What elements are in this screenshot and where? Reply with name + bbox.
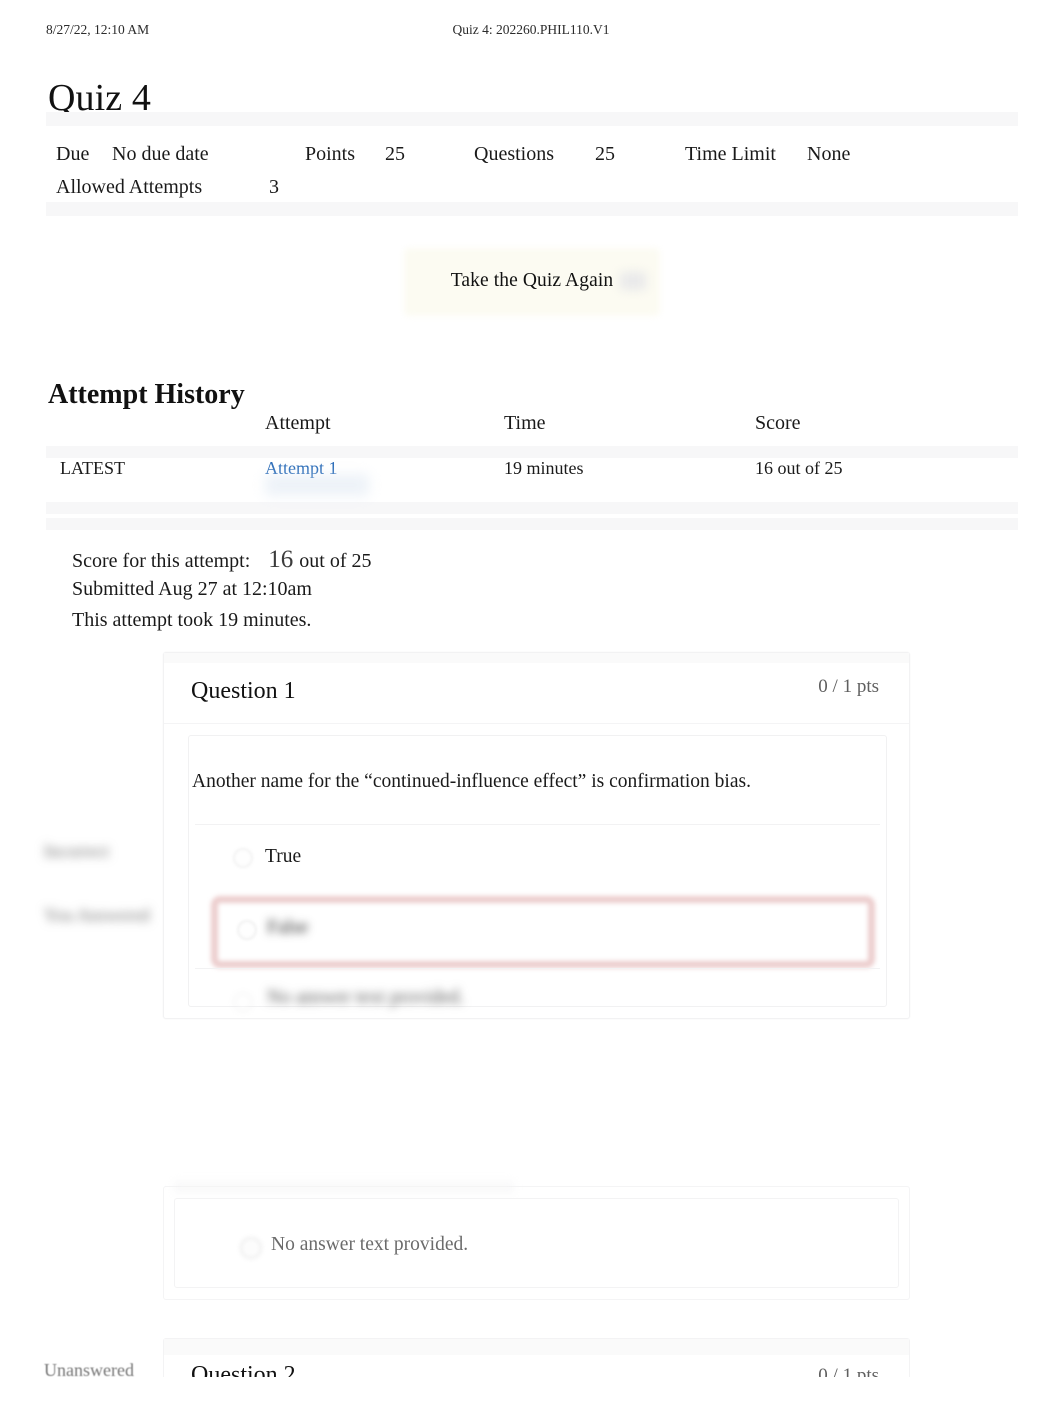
answer-label: False <box>267 917 309 938</box>
print-header: 8/27/22, 12:10 AM Quiz 4: 202260.PHIL110… <box>0 22 1062 40</box>
allowed-attempts-value: 3 <box>269 176 279 198</box>
question-1-answers: True False No answer text provided. <box>189 824 886 1034</box>
answer-divider <box>195 968 880 969</box>
attempt-history-heading: Attempt History <box>48 379 245 411</box>
attempt-duration-line: This attempt took 19 minutes. <box>72 609 312 631</box>
table-band-3 <box>46 518 1018 530</box>
score-out-of: out of 25 <box>299 550 372 572</box>
column-header-time: Time <box>504 412 546 434</box>
question-1-header: Question 1 0 / 1 pts <box>164 653 909 724</box>
no-answer-text: No answer text provided. <box>271 1234 469 1255</box>
question-header-shade <box>164 653 909 663</box>
score-for-attempt-line: Score for this attempt: 16 out of 25 <box>72 546 772 578</box>
radio-icon <box>237 920 257 940</box>
due-value: No due date <box>112 143 209 165</box>
question-1-text: Another name for the “continued-influenc… <box>192 771 751 792</box>
summary-band-top-stripe <box>46 112 1018 126</box>
no-answer-card: No answer text provided. <box>163 1181 910 1300</box>
column-header-attempt: Attempt <box>265 412 331 434</box>
radio-icon <box>233 848 253 868</box>
questions-label: Questions <box>474 143 554 165</box>
questions-value: 25 <box>595 143 615 165</box>
question-1-points: 0 / 1 pts <box>818 676 879 697</box>
question-2-header-shade <box>164 1339 909 1355</box>
attempt-history-table: Attempt Time Score LATEST Attempt 1 19 m… <box>46 412 1018 530</box>
quiz-summary: Due No due date Points 25 Questions 25 T… <box>46 112 1018 216</box>
question-1-status-you-answered: You Answered <box>44 905 150 925</box>
page-bottom-clip <box>0 1377 1062 1417</box>
answer-label: No answer text provided. <box>267 987 465 1008</box>
summary-row: Due No due date Points 25 Questions 25 T… <box>56 130 1018 200</box>
points-value: 25 <box>385 143 405 165</box>
answer-option-no-answer-text[interactable]: No answer text provided. <box>189 968 886 1034</box>
answer-label: True <box>265 846 302 867</box>
score-summary: Score for this attempt: 16 out of 25 Submi… <box>72 546 772 640</box>
question-2-card: Question 2 0 / 1 pts <box>163 1338 910 1387</box>
points-label: Points <box>305 143 356 165</box>
score-label: Score for this attempt: <box>72 550 251 572</box>
question-1-card: Question 1 0 / 1 pts Another name for th… <box>163 652 910 1019</box>
row-kept-badge: LATEST <box>60 458 125 478</box>
answer-option-false-selected-incorrect[interactable]: False <box>189 890 886 968</box>
time-limit-label: Time Limit <box>685 143 776 165</box>
question-1-body: Another name for the “continued-influenc… <box>188 735 887 1012</box>
submitted-line: Submitted Aug 27 at 12:10am <box>72 578 312 600</box>
row-score-value: 16 out of 25 <box>755 458 843 478</box>
table-header-row: Attempt Time Score <box>46 412 1018 448</box>
radio-icon <box>233 992 253 1012</box>
table-band-2 <box>46 502 1018 514</box>
answer-divider <box>195 824 880 825</box>
take-quiz-again-button[interactable]: Take the Quiz Again <box>404 258 660 304</box>
table-row: LATEST Attempt 1 19 minutes 16 out of 25 <box>46 458 1018 492</box>
take-quiz-again-label: Take the Quiz Again <box>450 270 614 291</box>
cursor-smudge <box>620 272 646 290</box>
allowed-attempts-label: Allowed Attempts <box>56 176 203 198</box>
attempt-link-highlight <box>265 474 369 496</box>
column-header-score: Score <box>755 412 801 434</box>
incorrect-answer-outline <box>211 896 875 968</box>
row-time-value: 19 minutes <box>504 458 584 478</box>
radio-icon <box>240 1237 262 1259</box>
time-limit-value: None <box>807 143 851 165</box>
summary-band-bottom-stripe <box>46 202 1018 216</box>
question-1-title: Question 1 <box>191 678 296 704</box>
answer-option-true[interactable]: True <box>189 824 886 890</box>
card-top-shade <box>174 1181 514 1193</box>
due-label: Due <box>56 143 90 165</box>
question-1-status-incorrect: Incorrect <box>44 841 109 861</box>
no-answer-inner: No answer text provided. <box>174 1198 899 1288</box>
print-header-quiz-name: Quiz 4: 202260.PHIL110.V1 <box>452 22 610 37</box>
score-number: 16 <box>268 546 294 573</box>
